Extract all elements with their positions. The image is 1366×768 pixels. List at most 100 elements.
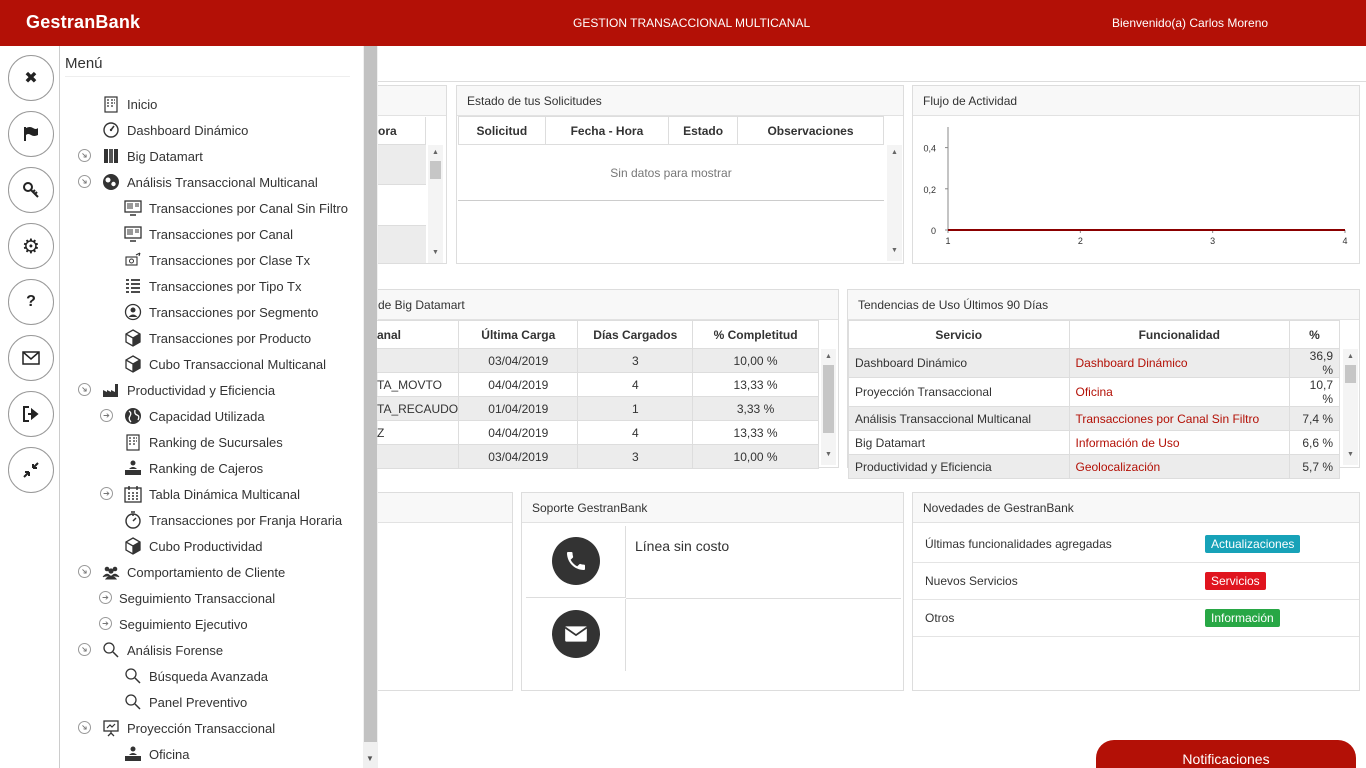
scroll-up-icon[interactable]: ▲ xyxy=(825,353,832,360)
expand-toggle-icon[interactable]: ➔ xyxy=(75,718,94,737)
phone-icon[interactable] xyxy=(552,537,600,585)
menu-item[interactable]: Productividad y Eficiencia xyxy=(100,379,275,401)
menu-item[interactable]: Transacciones por Segmento xyxy=(122,301,318,323)
expand-toggle-icon[interactable]: ➔ xyxy=(75,380,94,399)
bigdatamart-scrollbar[interactable]: ▲ ▼ xyxy=(821,349,836,465)
menu-item[interactable]: Ranking de Cajeros xyxy=(122,457,263,479)
menu-item[interactable]: Ranking de Sucursales xyxy=(122,431,283,453)
y-tick-label: 0 xyxy=(931,226,936,236)
menu-item[interactable]: Transacciones por Franja Horaria xyxy=(122,509,342,531)
menu-item[interactable]: Dashboard Dinámico xyxy=(100,119,248,141)
expand-toggle-icon[interactable]: ➔ xyxy=(75,562,94,581)
list-item[interactable]: Últimas funcionalidades agregadas Actuali… xyxy=(913,526,1359,563)
column-header[interactable]: Estado xyxy=(668,116,738,145)
settings-button[interactable]: ⚙ xyxy=(8,223,54,269)
welcome-user[interactable]: Bienvenido(a) Carlos Moreno xyxy=(1112,16,1268,30)
expand-toggle-icon[interactable]: ➔ xyxy=(100,487,113,500)
expand-toggle-icon[interactable]: ➔ xyxy=(99,617,112,630)
menu-item[interactable]: Seguimiento Ejecutivo xyxy=(119,613,248,635)
column-header[interactable]: Días Cargados xyxy=(577,320,694,349)
table-cell[interactable]: Dashboard Dinámico xyxy=(1068,348,1291,378)
table-cell[interactable]: Geolocalización xyxy=(1068,454,1291,479)
column-header[interactable]: Fecha - Hora xyxy=(544,116,670,145)
menu-item[interactable]: Transacciones por Clase Tx xyxy=(122,249,310,271)
menu-item-label: Cubo Productividad xyxy=(149,538,263,554)
expand-toggle-icon[interactable]: ➔ xyxy=(99,591,112,604)
list-item[interactable]: Nuevos Servicios Servicios xyxy=(913,563,1359,600)
table-row[interactable]: Análisis Transaccional Multicanal Transac… xyxy=(848,406,1340,431)
list-item[interactable]: Otros Información xyxy=(913,600,1359,637)
menu-item[interactable]: Transacciones por Producto xyxy=(122,327,311,349)
scroll-up-icon[interactable]: ▲ xyxy=(1347,353,1354,360)
menu-item[interactable]: Capacidad Utilizada xyxy=(122,405,265,427)
brand-logo[interactable]: GestranBank xyxy=(26,12,140,33)
table-cell[interactable]: Información de Uso xyxy=(1068,430,1291,455)
table-row[interactable]: TA_MOVTO 04/04/2019 4 13,33 % xyxy=(377,372,819,397)
table-row[interactable]: TA_RECAUDO 01/04/2019 1 3,33 % xyxy=(377,396,819,421)
column-header[interactable]: Observaciones xyxy=(736,116,885,145)
scroll-down-icon[interactable]: ▼ xyxy=(1347,451,1354,458)
notifications-button[interactable]: Notificaciones xyxy=(1096,740,1356,768)
menu-item[interactable]: Tabla Dinámica Multicanal xyxy=(122,483,300,505)
menu-item[interactable]: Comportamiento de Cliente xyxy=(100,561,285,583)
logout-button[interactable] xyxy=(8,391,54,437)
table-row[interactable]: Z 04/04/2019 4 13,33 % xyxy=(377,420,819,445)
status-badge[interactable]: Servicios xyxy=(1205,572,1266,590)
menu-item[interactable]: Búsqueda Avanzada xyxy=(122,665,268,687)
expand-toggle-icon[interactable]: ➔ xyxy=(75,640,94,659)
key-button[interactable] xyxy=(8,167,54,213)
menu-scroll-thumb[interactable] xyxy=(364,46,377,742)
menu-item[interactable]: Big Datamart xyxy=(100,145,203,167)
expand-toggle-icon[interactable]: ➔ xyxy=(100,409,113,422)
expand-toggle-icon[interactable]: ➔ xyxy=(75,146,94,165)
column-header[interactable]: Funcionalidad xyxy=(1068,320,1291,349)
scroll-down-icon[interactable]: ▼ xyxy=(891,247,898,254)
scroll-up-icon[interactable]: ▲ xyxy=(432,149,439,156)
compress-button[interactable] xyxy=(8,447,54,493)
menu-item[interactable]: Panel Preventivo xyxy=(122,691,247,713)
table-row[interactable]: Dashboard Dinámico Dashboard Dinámico 36,9… xyxy=(848,348,1340,378)
column-header[interactable]: % Completitud xyxy=(692,320,819,349)
column-header[interactable]: Última Carga xyxy=(458,320,579,349)
table-scrollbar[interactable]: ▲ ▼ xyxy=(428,145,443,263)
menu-item[interactable]: Proyección Transaccional xyxy=(100,717,275,739)
menu-item[interactable]: Cubo Productividad xyxy=(122,535,262,557)
scroll-down-icon[interactable]: ▼ xyxy=(432,249,439,256)
expand-toggle-icon[interactable]: ➔ xyxy=(75,172,94,191)
scroll-down-icon[interactable]: ▼ xyxy=(825,451,832,458)
tendencias-scrollbar[interactable]: ▲ ▼ xyxy=(1343,349,1358,465)
menu-item[interactable]: Transacciones por Canal xyxy=(122,223,293,245)
table-row[interactable]: Proyección Transaccional Oficina 10,7 % xyxy=(848,377,1340,407)
menu-item[interactable]: Transacciones por Canal Sin Filtro xyxy=(122,197,348,219)
column-header[interactable]: Servicio xyxy=(848,320,1070,349)
status-badge[interactable]: Información xyxy=(1205,609,1280,627)
help-button[interactable]: ? xyxy=(8,279,54,325)
soporte-title: Soporte GestranBank xyxy=(522,493,903,523)
table-cell[interactable]: Transacciones por Canal Sin Filtro xyxy=(1068,406,1291,431)
menu-item[interactable]: Inicio xyxy=(100,93,157,115)
table-row[interactable]: Productividad y Eficiencia Geolocalizació… xyxy=(848,454,1340,479)
table-row[interactable]: Big Datamart Información de Uso 6,6 % xyxy=(848,430,1340,455)
column-header[interactable]: % xyxy=(1289,320,1340,349)
menu-item[interactable]: Cubo Transaccional Multicanal xyxy=(122,353,326,375)
column-header[interactable]: Solicitud xyxy=(458,116,546,145)
menu-item[interactable]: Seguimiento Transaccional xyxy=(119,587,275,609)
solicitudes-scrollbar[interactable]: ▲ ▼ xyxy=(887,145,902,261)
column-header[interactable]: anal xyxy=(377,320,460,349)
table-row[interactable]: 03/04/2019 3 10,00 % xyxy=(377,444,819,469)
menu-item[interactable]: Análisis Transaccional Multicanal xyxy=(100,171,318,193)
mail-button[interactable] xyxy=(8,335,54,381)
table-cell[interactable]: Oficina xyxy=(1068,377,1291,407)
menu-item-label: Proyección Transaccional xyxy=(127,720,276,736)
flag-button[interactable] xyxy=(8,111,54,157)
menu-scroll-down-icon[interactable]: ▼ xyxy=(366,754,374,763)
envelope-icon[interactable] xyxy=(552,610,600,658)
table-row[interactable]: 03/04/2019 3 10,00 % xyxy=(377,348,819,373)
menu-item[interactable]: Análisis Forense xyxy=(100,639,223,661)
empty-message: Sin datos para mostrar xyxy=(458,145,884,201)
close-menu-button[interactable]: ✖ xyxy=(8,55,54,101)
menu-item[interactable]: Oficina xyxy=(122,743,189,765)
menu-item[interactable]: Transacciones por Tipo Tx xyxy=(122,275,301,297)
scroll-up-icon[interactable]: ▲ xyxy=(891,149,898,156)
status-badge[interactable]: Actualizaciones xyxy=(1205,535,1301,553)
